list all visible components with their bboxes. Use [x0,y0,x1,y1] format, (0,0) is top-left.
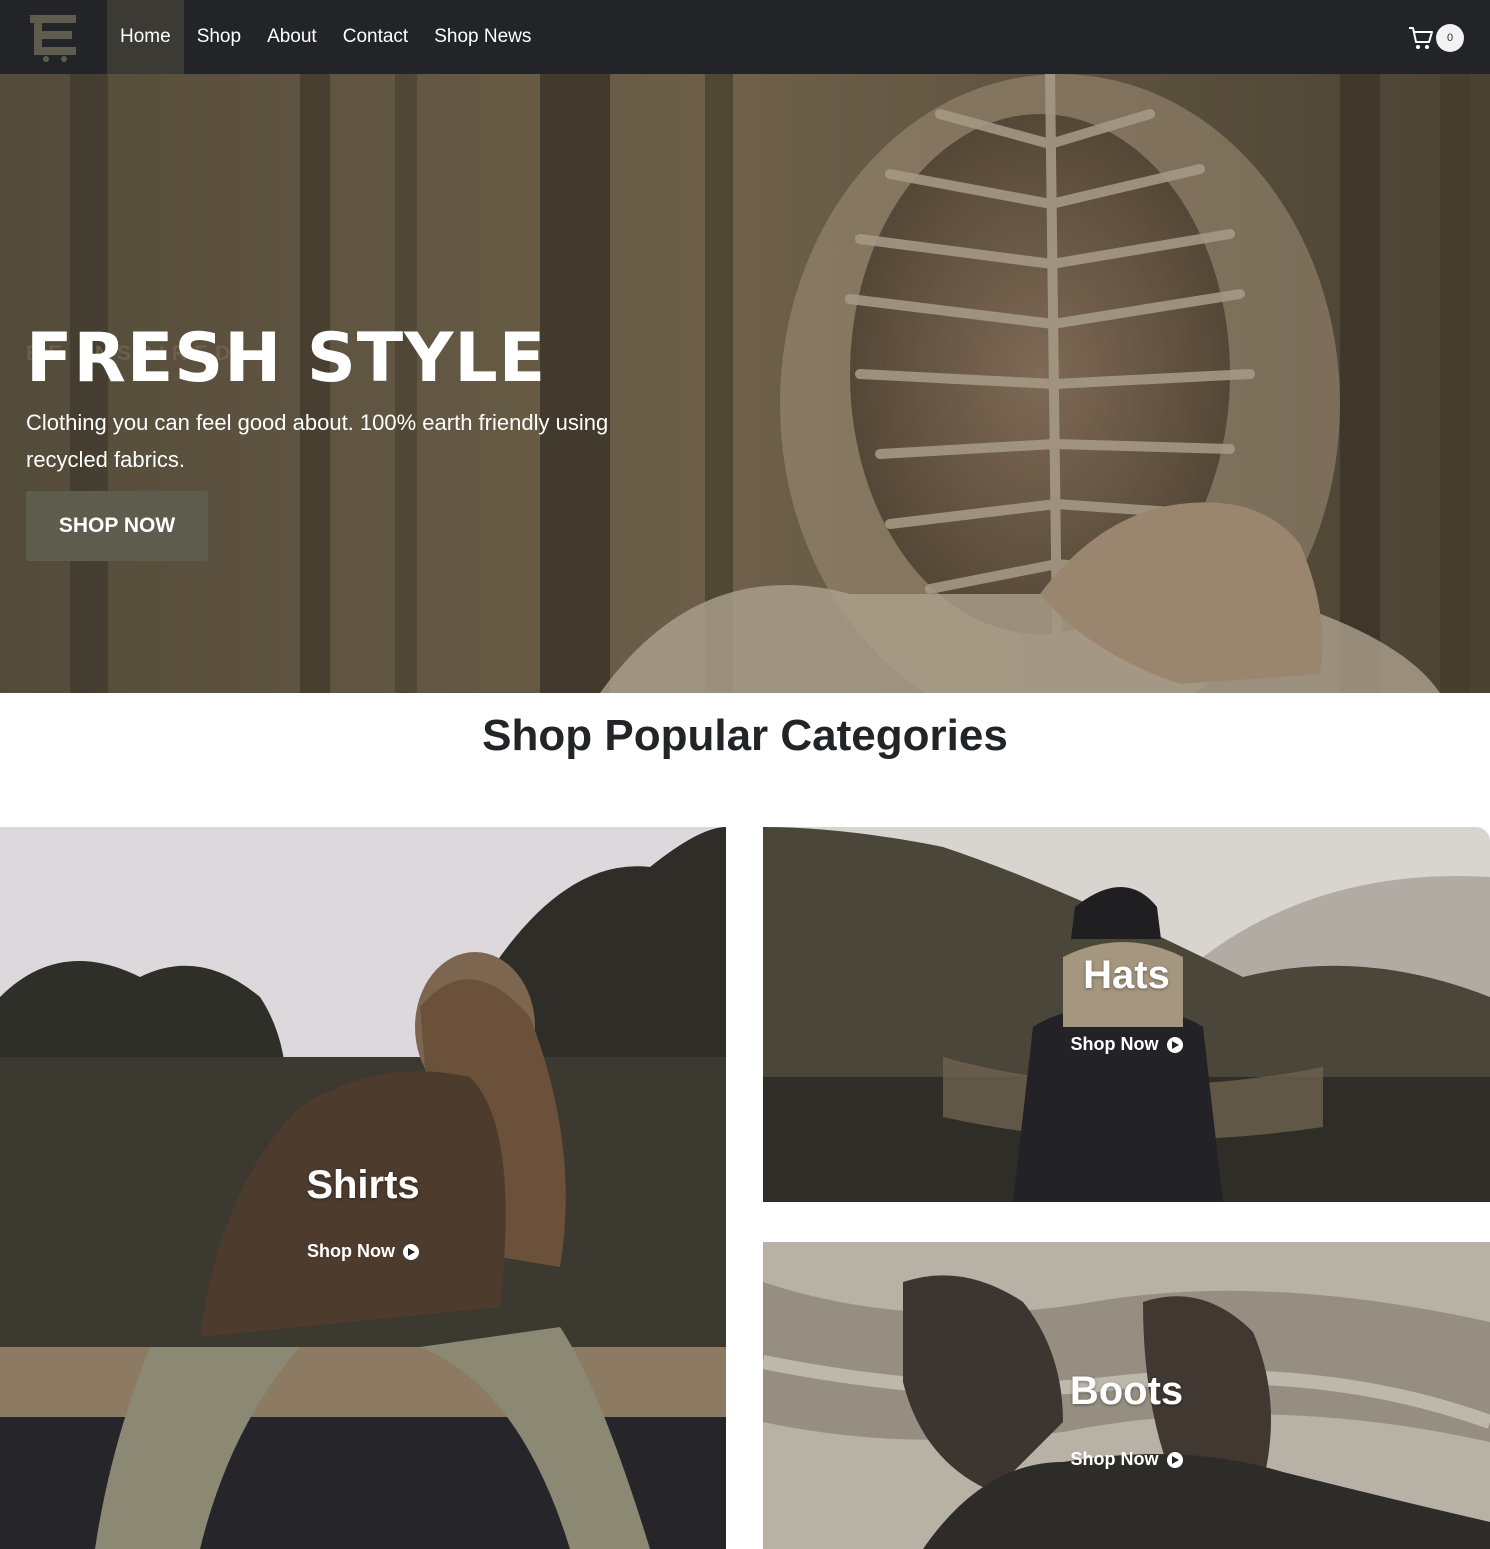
category-label-shirts: Shirts [306,1163,420,1207]
nav-home[interactable]: Home [107,0,184,74]
shop-now-link-hats[interactable]: Shop Now [763,1034,1490,1055]
section-title: Shop Popular Categories [482,711,1008,760]
arrow-right-circle-icon [1166,1451,1183,1468]
shop-now-link-shirts[interactable]: Shop Now [0,1241,726,1262]
shop-now-link-label: Shop Now [1070,1034,1159,1054]
logo[interactable] [0,0,107,74]
shop-now-link-label: Shop Now [307,1241,395,1261]
cart-logo-icon [29,15,76,62]
hero-banner: BE INSPIRED FRESH STYLE Clothing you can… [0,74,1490,693]
hero-description: Clothing you can feel good about. 100% e… [26,410,609,472]
category-tile-hats[interactable]: Hats Shop Now [763,827,1490,1202]
shopping-cart-icon [1409,27,1433,49]
category-label-boots: Boots [1069,1369,1184,1413]
main-nav: Home Shop About Contact Shop News [107,0,544,74]
nav-shop[interactable]: Shop [184,0,254,74]
shop-now-link-boots[interactable]: Shop Now [763,1449,1490,1470]
nav-contact[interactable]: Contact [330,0,421,74]
shop-now-link-label: Shop Now [1070,1449,1159,1469]
category-label-hats: Hats [1083,953,1170,997]
site-header: Home Shop About Contact Shop News 0 [0,0,1490,74]
arrow-right-circle-icon [1166,1036,1183,1053]
nav-shop-news[interactable]: Shop News [421,0,544,74]
shop-now-button[interactable]: SHOP NOW [26,491,208,561]
category-tile-shirts[interactable]: Shirts Shop Now [0,827,726,1549]
nav-about[interactable]: About [254,0,330,74]
arrow-right-circle-icon [403,1243,419,1260]
cart-button[interactable]: 0 [1407,21,1467,55]
cart-count-badge: 0 [1436,24,1464,52]
hats-image [763,827,1490,1202]
hero-title: FRESH STYLE [26,319,547,398]
category-tile-boots[interactable]: Boots Shop Now [763,1242,1490,1549]
